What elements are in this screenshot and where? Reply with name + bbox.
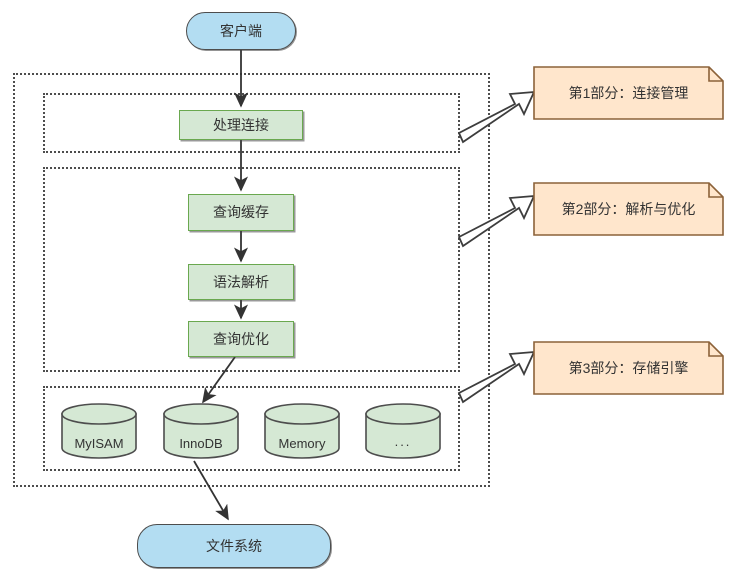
node-engine-myisam-label: MyISAM [74, 436, 124, 451]
note-part-1-label: 第1部分：连接管理 [568, 85, 689, 101]
node-handle-connection[interactable]: 处理连接 [179, 110, 303, 140]
note-part-2[interactable]: 第2部分：解析与优化 [533, 182, 724, 236]
note-part-3-label: 第3部分：存储引擎 [568, 360, 689, 376]
node-query-cache[interactable]: 查询缓存 [188, 194, 294, 231]
node-engine-more-label: ... [394, 434, 412, 449]
node-filesystem-label: 文件系统 [206, 537, 262, 554]
node-query-cache-label: 查询缓存 [213, 204, 269, 221]
node-client[interactable]: 客户端 [186, 12, 296, 50]
node-handle-connection-label: 处理连接 [213, 116, 269, 133]
node-syntax-parse[interactable]: 语法解析 [188, 264, 294, 300]
node-engine-myisam[interactable]: MyISAM [61, 403, 137, 459]
node-client-label: 客户端 [220, 22, 262, 39]
node-engine-innodb-label: InnoDB [179, 436, 223, 451]
node-query-optimize-label: 查询优化 [213, 330, 269, 347]
node-engine-innodb[interactable]: InnoDB [163, 403, 239, 459]
node-syntax-parse-label: 语法解析 [213, 273, 269, 290]
cylinder-shape-more [365, 403, 441, 459]
node-engine-memory-label: Memory [278, 436, 326, 451]
note-part-2-label: 第2部分：解析与优化 [561, 201, 696, 217]
node-filesystem[interactable]: 文件系统 [137, 524, 331, 568]
note-part-3[interactable]: 第3部分：存储引擎 [533, 341, 724, 395]
note-part-1[interactable]: 第1部分：连接管理 [533, 66, 724, 120]
diagram-canvas: 客户端 文件系统 处理连接 查询缓存 语法解析 查询优化 MyISAM Inno… [0, 0, 738, 587]
node-query-optimize[interactable]: 查询优化 [188, 321, 294, 357]
node-engine-more[interactable]: ... [365, 403, 441, 459]
node-engine-memory[interactable]: Memory [264, 403, 340, 459]
